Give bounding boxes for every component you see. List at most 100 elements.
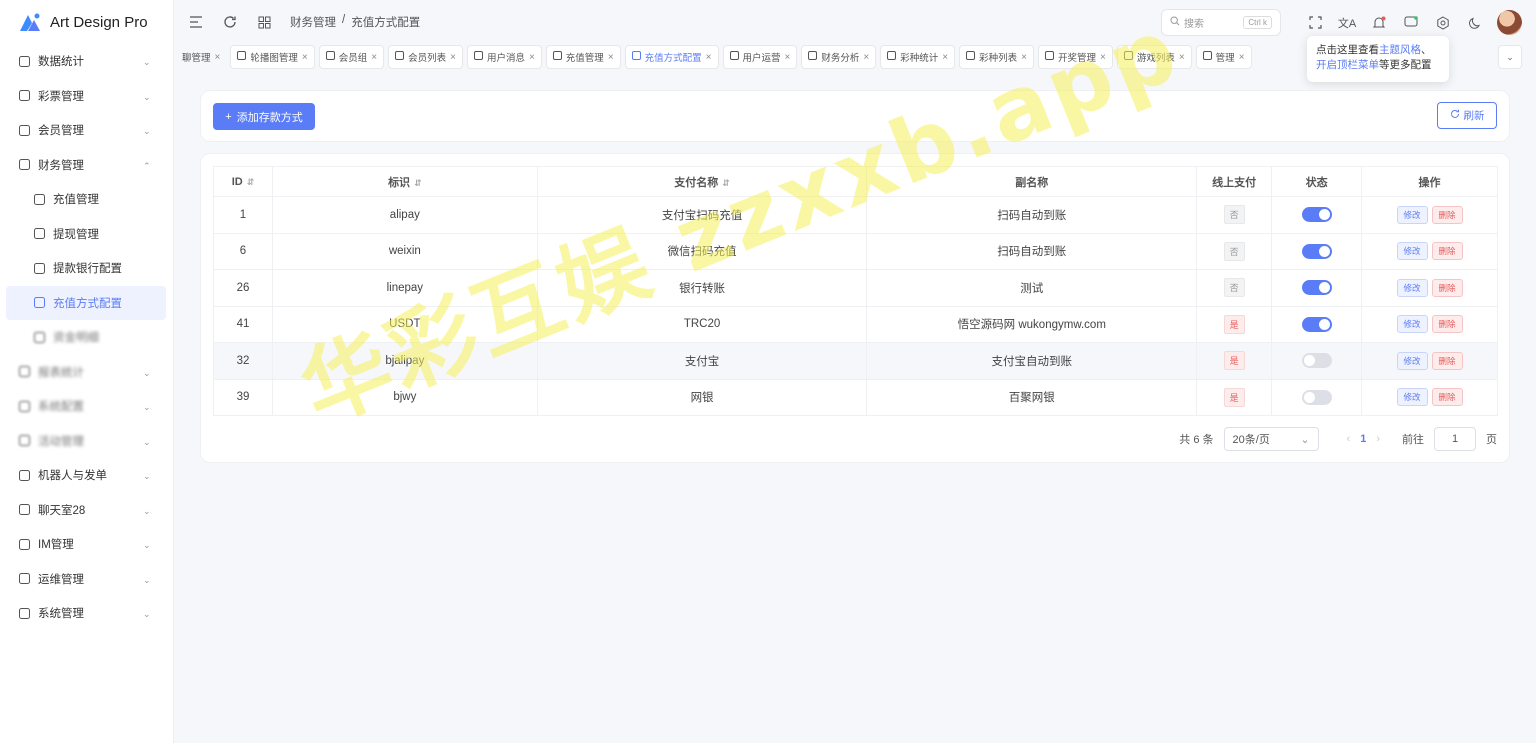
breadcrumb-item[interactable]: 财务管理 [290,14,336,30]
column-header-name[interactable]: 支付名称 ⇵ [536,166,868,197]
cell-code: bjwy [271,378,538,416]
sort-icon[interactable]: ⇵ [414,178,422,188]
refresh-icon[interactable] [220,12,240,32]
status-toggle[interactable] [1301,207,1332,223]
status-toggle[interactable] [1301,389,1332,405]
settings-gear-icon[interactable] [1433,13,1453,33]
sort-icon[interactable]: ⇵ [247,177,255,187]
prev-page-icon[interactable]: ‹ [1347,433,1351,445]
close-icon[interactable]: × [529,52,535,63]
edit-button[interactable]: 修改 [1396,315,1428,334]
close-icon[interactable]: × [1179,52,1185,63]
tab[interactable]: 用户运营 × [722,45,798,69]
sidebar-item[interactable]: 充值管理 [0,182,173,217]
status-toggle[interactable] [1301,243,1332,259]
close-icon[interactable]: × [302,52,308,63]
search-input[interactable]: 搜索 Ctrl k [1161,9,1281,36]
edit-button[interactable]: 修改 [1396,278,1428,297]
tooltip-link-theme[interactable]: 主题风格 [1379,44,1421,56]
tab[interactable]: 管理 × [1195,45,1252,69]
tab[interactable]: 财务分析 × [801,45,877,69]
close-icon[interactable]: × [1239,52,1245,63]
close-icon[interactable]: × [371,52,377,63]
sidebar-item[interactable]: 财务管理 ⌃ [0,148,173,183]
column-header-code[interactable]: 标识 ⇵ [271,166,538,197]
cell-code: USDT [271,305,538,343]
avatar[interactable] [1497,10,1522,35]
status-toggle[interactable] [1301,353,1332,369]
edit-button[interactable]: 修改 [1396,205,1428,224]
fullscreen-icon[interactable] [1305,13,1325,33]
next-page-icon[interactable]: › [1376,433,1380,445]
delete-button[interactable]: 删除 [1431,278,1463,297]
close-icon[interactable]: × [863,52,869,63]
close-icon[interactable]: × [608,52,614,63]
close-icon[interactable]: × [1100,52,1106,63]
tooltip-link-topbar[interactable]: 开启顶栏菜单 [1316,59,1379,71]
bell-icon[interactable] [1369,13,1389,33]
sort-icon[interactable]: ⇵ [722,178,730,188]
sidebar-item[interactable]: 系统管理 ⌄ [0,596,173,631]
translate-icon[interactable]: 文A [1337,13,1357,33]
tab[interactable]: 彩种统计 × [880,45,956,69]
close-icon[interactable]: × [785,52,791,63]
chat-icon[interactable] [1401,13,1421,33]
chevron-down-icon: ⌄ [143,57,151,68]
tab[interactable]: 用户消息 × [466,45,542,69]
goto-page-input[interactable]: 1 [1434,427,1476,451]
status-toggle[interactable] [1301,316,1332,332]
refresh-button[interactable]: 刷新 [1437,102,1497,129]
close-icon[interactable]: × [1021,52,1027,63]
sidebar-item[interactable]: 资金明细 [0,320,173,355]
delete-button[interactable]: 删除 [1431,351,1463,370]
tab[interactable]: 会员组 × [318,45,385,69]
delete-button[interactable]: 删除 [1431,242,1463,261]
tab[interactable]: 轮播图管理 × [230,45,315,69]
delete-button[interactable]: 删除 [1431,205,1463,224]
close-icon[interactable]: × [215,52,221,63]
delete-button[interactable]: 删除 [1431,315,1463,334]
sidebar-item[interactable]: 会员管理 ⌄ [0,113,173,148]
tab[interactable]: 开奖管理 × [1037,45,1113,69]
logo[interactable]: Art Design Pro [0,0,173,44]
sidebar-item[interactable]: 系统配置 ⌄ [0,389,173,424]
cell-id: 26 [213,269,273,307]
sidebar-item[interactable]: 提现管理 [0,217,173,252]
close-icon[interactable]: × [942,52,948,63]
sidebar-item[interactable]: 报表统计 ⌄ [0,355,173,390]
sidebar-item[interactable]: 充值方式配置 [6,285,166,320]
cell-status [1271,378,1363,416]
sidebar-item[interactable]: 活动管理 ⌄ [0,424,173,459]
add-deposit-method-button[interactable]: + 添加存款方式 [213,103,315,130]
tab[interactable]: 游戏列表 × [1116,45,1192,69]
close-icon[interactable]: × [706,52,712,63]
column-header-id[interactable]: ID ⇵ [213,166,273,197]
tab[interactable]: 充值管理 × [545,45,621,69]
tab[interactable]: 会员列表 × [388,45,463,69]
sidebar-item-label: 充值管理 [53,194,99,207]
delete-button[interactable]: 删除 [1431,388,1463,407]
close-icon[interactable]: × [450,52,456,63]
edit-button[interactable]: 修改 [1396,388,1428,407]
tab-label: 财务分析 [821,53,860,64]
menu-toggle-icon[interactable] [186,12,206,32]
sidebar-item[interactable]: 彩票管理 ⌄ [0,79,173,114]
page-size-select[interactable]: 20条/页 ⌄ [1223,427,1319,451]
moon-icon[interactable] [1465,13,1485,33]
sidebar-item[interactable]: 数据统计 ⌄ [0,44,173,79]
edit-button[interactable]: 修改 [1396,242,1428,261]
grid-icon[interactable] [254,12,274,32]
tab[interactable]: 彩种列表 × [959,45,1034,69]
sidebar-item[interactable]: 聊天室28 ⌄ [0,493,173,528]
tabs-more-button[interactable]: ⌄ [1498,45,1522,69]
sidebar-item[interactable]: 提款银行配置 [0,251,173,286]
tab[interactable]: 聊管理 × [180,45,226,69]
current-page[interactable]: 1 [1360,433,1366,445]
sidebar-item-label: 系统配置 [38,401,84,414]
sidebar-item[interactable]: 机器人与发单 ⌄ [0,458,173,493]
status-toggle[interactable] [1301,280,1332,296]
sidebar-item[interactable]: IM管理 ⌄ [0,527,173,562]
tab[interactable]: 充值方式配置 × [624,45,719,69]
sidebar-item[interactable]: 运维管理 ⌄ [0,562,173,597]
edit-button[interactable]: 修改 [1396,351,1428,370]
